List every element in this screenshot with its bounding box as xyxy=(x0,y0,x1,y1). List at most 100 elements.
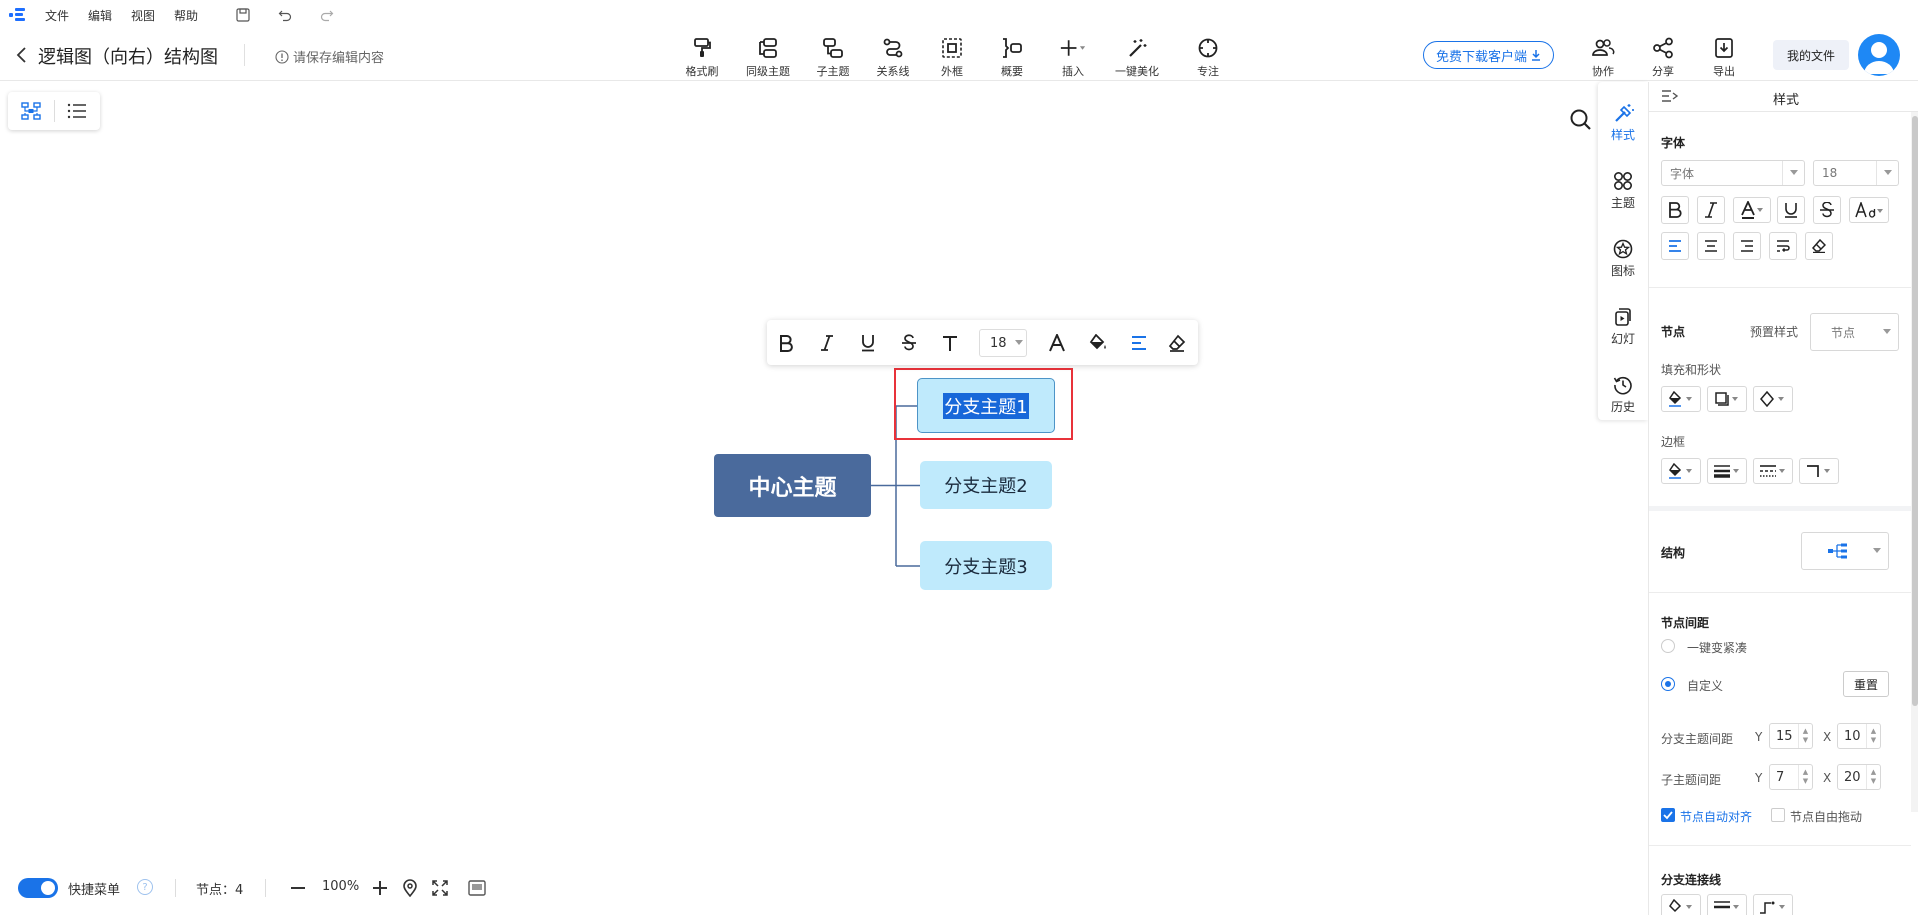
stepper-arrows[interactable]: ▲ ▼ xyxy=(1866,724,1880,748)
structure-select[interactable] xyxy=(1801,532,1889,570)
reset-button[interactable]: 重置 xyxy=(1843,671,1889,697)
node-shape-button[interactable] xyxy=(1753,386,1793,412)
free-drag-checkbox[interactable] xyxy=(1771,808,1785,822)
font-size-select[interactable]: 18 xyxy=(979,329,1027,357)
format-brush-button[interactable]: 格式刷 xyxy=(672,35,732,79)
export-button[interactable]: 导出 xyxy=(1694,35,1754,79)
zoom-in-icon[interactable] xyxy=(370,878,390,898)
font-color-icon[interactable] xyxy=(1733,197,1771,223)
branch-spacing-y-input[interactable]: 15 ▲ ▼ xyxy=(1769,723,1813,749)
text-style-icon[interactable] xyxy=(937,330,963,356)
bold-icon[interactable] xyxy=(773,330,799,356)
rail-tab-history[interactable]: 历史 xyxy=(1598,364,1648,426)
my-files-button[interactable]: 我的文件 xyxy=(1773,40,1849,70)
font-size-select[interactable]: 18 xyxy=(1813,160,1899,186)
rail-tab-style[interactable]: 样式 xyxy=(1598,92,1648,154)
border-corner-button[interactable] xyxy=(1799,458,1839,484)
preset-style-select[interactable]: 节点 xyxy=(1810,313,1899,351)
italic-icon[interactable] xyxy=(1697,196,1725,224)
paint-bucket-icon xyxy=(1669,899,1692,913)
redo-icon[interactable] xyxy=(318,6,336,24)
summary-button[interactable]: 概要 xyxy=(982,35,1042,79)
share-button[interactable]: 分享 xyxy=(1633,35,1693,79)
app-logo-icon xyxy=(9,8,25,22)
side-tab-rail: 样式 主题 图标 幻灯 历史 xyxy=(1598,82,1648,420)
download-client-button[interactable]: 免费下载客户端 xyxy=(1423,41,1554,69)
sub-spacing-y-input[interactable]: 7 ▲ ▼ xyxy=(1769,764,1813,790)
panel-scrollbar[interactable] xyxy=(1911,112,1918,812)
outline-view-button[interactable] xyxy=(54,92,100,130)
menu-help[interactable]: 帮助 xyxy=(174,7,198,24)
text-wrap-icon[interactable] xyxy=(1769,232,1797,260)
stepper-arrows[interactable]: ▲ ▼ xyxy=(1798,724,1812,748)
font-color-icon[interactable] xyxy=(1044,330,1070,356)
rail-tab-theme[interactable]: 主题 xyxy=(1598,160,1648,222)
branch-topic-node-3[interactable]: 分支主题3 xyxy=(920,541,1052,590)
auto-align-checkbox[interactable] xyxy=(1661,808,1675,822)
connector-width-button[interactable] xyxy=(1707,894,1747,915)
beautify-button[interactable]: 一键美化 xyxy=(1107,35,1167,79)
sub-spacing-x-input[interactable]: 20 ▲ ▼ xyxy=(1837,764,1881,790)
sibling-topic-button[interactable]: 同级主题 xyxy=(738,35,798,79)
strikethrough-icon[interactable] xyxy=(1813,196,1841,224)
node-shadow-button[interactable] xyxy=(1707,386,1747,412)
stepper-arrows[interactable]: ▲ ▼ xyxy=(1866,765,1880,789)
underline-icon[interactable] xyxy=(1777,196,1805,224)
fill-color-button[interactable] xyxy=(1661,386,1701,412)
save-icon[interactable] xyxy=(234,6,252,24)
rail-tab-icons[interactable]: 图标 xyxy=(1598,228,1648,290)
search-icon[interactable] xyxy=(1569,108,1593,132)
sub-topic-button[interactable]: 子主题 xyxy=(803,35,863,79)
menu-file[interactable]: 文件 xyxy=(45,7,69,24)
central-topic-node[interactable]: 中心主题 xyxy=(714,454,871,517)
stepper-arrows[interactable]: ▲ ▼ xyxy=(1798,765,1812,789)
locate-icon[interactable] xyxy=(400,878,420,898)
mindmap-view-button[interactable] xyxy=(8,92,54,130)
menu-view[interactable]: 视图 xyxy=(131,7,155,24)
border-width-button[interactable] xyxy=(1707,458,1747,484)
back-arrow-icon[interactable] xyxy=(14,45,30,65)
fill-color-icon[interactable] xyxy=(1085,330,1111,356)
compact-radio[interactable] xyxy=(1661,639,1675,653)
connector-color-button[interactable] xyxy=(1661,894,1701,915)
insert-button[interactable]: 插入 xyxy=(1043,35,1103,79)
eraser-icon[interactable] xyxy=(1805,232,1833,260)
minimap-icon[interactable] xyxy=(467,878,487,898)
align-right-icon[interactable] xyxy=(1733,232,1761,260)
zoom-level[interactable]: 100% xyxy=(322,879,359,894)
undo-icon[interactable] xyxy=(276,6,294,24)
summary-icon xyxy=(999,35,1025,61)
strikethrough-icon[interactable] xyxy=(896,330,922,356)
menu-edit[interactable]: 编辑 xyxy=(88,7,112,24)
align-center-icon[interactable] xyxy=(1697,232,1725,260)
connector-style-button[interactable] xyxy=(1753,894,1793,915)
branch-topic-text-selected[interactable]: 分支主题1 xyxy=(943,392,1029,419)
eraser-icon[interactable] xyxy=(1164,330,1190,356)
focus-button[interactable]: 专注 xyxy=(1178,35,1238,79)
collapse-panel-icon[interactable] xyxy=(1661,89,1679,105)
branch-topic-node-2[interactable]: 分支主题2 xyxy=(920,461,1052,509)
border-style-button[interactable] xyxy=(1753,458,1793,484)
scrollbar-thumb[interactable] xyxy=(1912,116,1918,706)
branch-topic-node-1[interactable]: 分支主题1 xyxy=(917,378,1055,433)
text-case-icon[interactable] xyxy=(1849,197,1889,223)
bold-icon[interactable] xyxy=(1661,196,1689,224)
relation-line-button[interactable]: 关系线 xyxy=(863,35,923,79)
italic-icon[interactable] xyxy=(814,330,840,356)
boundary-button[interactable]: 外框 xyxy=(922,35,982,79)
fit-screen-icon[interactable] xyxy=(430,878,450,898)
user-avatar[interactable] xyxy=(1858,34,1900,76)
help-icon[interactable]: ? xyxy=(137,879,153,895)
font-family-select[interactable]: 字体 xyxy=(1661,160,1805,186)
quick-menu-toggle[interactable] xyxy=(18,878,58,898)
rail-tab-slides[interactable]: 幻灯 xyxy=(1598,296,1648,358)
branch-spacing-x-input[interactable]: 10 ▲ ▼ xyxy=(1837,723,1881,749)
align-left-icon[interactable] xyxy=(1661,232,1689,260)
zoom-out-icon[interactable] xyxy=(288,878,308,898)
border-color-button[interactable] xyxy=(1661,458,1701,484)
underline-icon[interactable] xyxy=(855,330,881,356)
align-left-icon[interactable] xyxy=(1126,330,1152,356)
document-title[interactable]: 逻辑图（向右）结构图 xyxy=(38,43,218,69)
custom-radio[interactable] xyxy=(1661,677,1675,691)
collaborate-button[interactable]: 协作 xyxy=(1573,35,1633,79)
